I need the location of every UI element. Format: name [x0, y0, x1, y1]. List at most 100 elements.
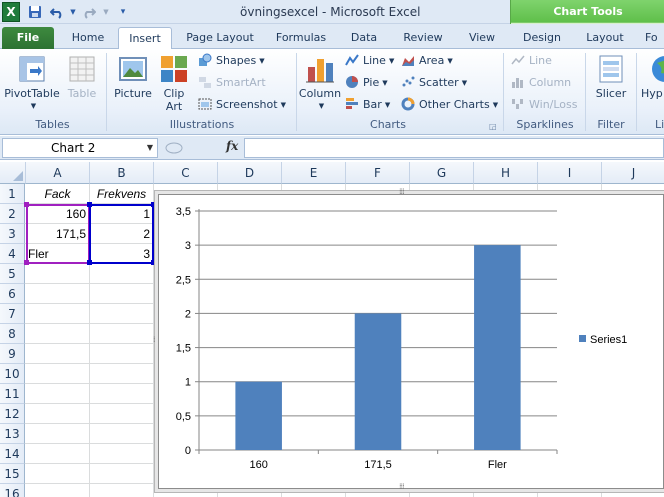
- screenshot-icon: [198, 98, 212, 110]
- sparkline-column-button[interactable]: Column: [511, 74, 571, 92]
- group-divider: [636, 53, 637, 131]
- row-header[interactable]: 10: [0, 364, 25, 384]
- customize-quick-access-icon[interactable]: ▾: [114, 3, 132, 21]
- table-icon: [69, 56, 95, 82]
- row-header[interactable]: 3: [0, 224, 25, 244]
- shapes-icon: [199, 53, 212, 66]
- clip-art-button[interactable]: Clip Art: [158, 53, 190, 113]
- name-box[interactable]: Chart 2 ▼: [2, 138, 158, 158]
- chevron-down-icon: ▼: [388, 57, 395, 65]
- row-header[interactable]: 4: [0, 244, 25, 264]
- column-header[interactable]: C: [154, 162, 218, 184]
- column-header[interactable]: F: [346, 162, 410, 184]
- other-charts-label: Other Charts: [419, 98, 490, 111]
- y-tick-label: 2,5: [176, 274, 191, 286]
- chevron-down-icon: ▼: [384, 101, 391, 109]
- bar-chart-button[interactable]: Bar ▼: [345, 96, 390, 114]
- tab-page-layout[interactable]: Page Layout: [180, 27, 260, 49]
- scatter-chart-button[interactable]: Scatter ▼: [401, 74, 467, 92]
- table-button[interactable]: Table: [62, 53, 102, 100]
- row-header[interactable]: 15: [0, 464, 25, 484]
- sparklines-group-label: Sparklines: [516, 118, 574, 131]
- excel-app-icon[interactable]: X: [2, 2, 20, 22]
- chevron-down-icon: ▼: [461, 79, 468, 87]
- cell-a1[interactable]: Fack: [26, 184, 89, 204]
- ribbon-tab-row: File Home Insert Page Layout Formulas Da…: [0, 24, 664, 50]
- group-divider: [503, 53, 504, 131]
- embedded-chart[interactable]: ⁞⁞⁞ ⁞⁞⁞ ⁞ 0 0,5 1 1,5 2 2,5 3 3,5 160 171,5 Fler Se…: [153, 187, 664, 491]
- tab-home[interactable]: Home: [64, 27, 112, 49]
- column-header[interactable]: A: [26, 162, 90, 184]
- pivottable-button[interactable]: PivotTable ▼: [4, 53, 60, 113]
- chevron-down-icon: ▼: [382, 79, 388, 87]
- range-handle[interactable]: [151, 260, 156, 265]
- column-chart-button[interactable]: Column ▼: [298, 53, 342, 113]
- row-header[interactable]: 6: [0, 284, 25, 304]
- range-handle[interactable]: [87, 260, 92, 265]
- range-handle[interactable]: [24, 202, 29, 207]
- row-header[interactable]: 16: [0, 484, 25, 497]
- range-handle[interactable]: [24, 260, 29, 265]
- save-icon[interactable]: [26, 3, 44, 21]
- slicer-button[interactable]: Slicer: [592, 53, 630, 100]
- row-header[interactable]: 8: [0, 324, 25, 344]
- tab-file[interactable]: File: [2, 27, 54, 49]
- column-header[interactable]: H: [474, 162, 538, 184]
- redo-icon[interactable]: [80, 3, 98, 21]
- pie-chart-button[interactable]: Pie ▼: [345, 74, 388, 92]
- line-chart-button[interactable]: Line ▼: [345, 52, 394, 70]
- y-tick-label: 3,5: [176, 206, 191, 218]
- table-label: Table: [67, 87, 97, 100]
- sparkline-winloss-button[interactable]: Win/Loss: [511, 96, 578, 114]
- column-header[interactable]: J: [602, 162, 664, 184]
- insert-function-icon[interactable]: fx: [226, 139, 238, 153]
- column-chart-icon: [306, 59, 334, 83]
- hyperlink-button[interactable]: Hyp: [641, 53, 664, 100]
- smartart-button[interactable]: SmartArt: [198, 74, 266, 92]
- range-handle[interactable]: [87, 202, 92, 207]
- column-header[interactable]: E: [282, 162, 346, 184]
- tab-data[interactable]: Data: [343, 27, 385, 49]
- tab-format[interactable]: Fo: [645, 27, 664, 49]
- tables-group-label: Tables: [35, 118, 70, 131]
- window-title: övningsexcel - Microsoft Excel: [240, 5, 421, 19]
- range-handle[interactable]: [151, 202, 156, 207]
- chart-resize-handle-left[interactable]: ⁞: [153, 335, 155, 344]
- row-header[interactable]: 13: [0, 424, 25, 444]
- tab-review[interactable]: Review: [396, 27, 450, 49]
- pivottable-label: PivotTable: [4, 87, 60, 100]
- tab-layout[interactable]: Layout: [578, 27, 632, 49]
- cell-b1[interactable]: Frekvens: [90, 184, 153, 204]
- area-chart-button[interactable]: Area ▼: [401, 52, 453, 70]
- row-header[interactable]: 11: [0, 384, 25, 404]
- scatter-chart-label: Scatter: [419, 76, 459, 89]
- tab-formulas[interactable]: Formulas: [270, 27, 332, 49]
- picture-button[interactable]: Picture: [112, 53, 154, 100]
- other-charts-button[interactable]: Other Charts ▼: [401, 96, 498, 114]
- row-header[interactable]: 9: [0, 344, 25, 364]
- tab-insert[interactable]: Insert: [118, 27, 172, 50]
- sparkline-line-icon: [511, 55, 525, 65]
- screenshot-button[interactable]: Screenshot ▼: [198, 96, 286, 114]
- row-header[interactable]: 7: [0, 304, 25, 324]
- tab-view[interactable]: View: [460, 27, 504, 49]
- chevron-down-icon[interactable]: ▼: [147, 139, 153, 157]
- shapes-button[interactable]: Shapes ▼: [198, 52, 265, 70]
- column-header[interactable]: D: [218, 162, 282, 184]
- row-header[interactable]: 14: [0, 444, 25, 464]
- row-header[interactable]: 12: [0, 404, 25, 424]
- row-header[interactable]: 1: [0, 184, 25, 204]
- row-header[interactable]: 5: [0, 264, 25, 284]
- select-all-corner[interactable]: [0, 162, 26, 184]
- charts-dialog-launcher-icon[interactable]: ◲: [489, 122, 497, 131]
- row-header[interactable]: 2: [0, 204, 25, 224]
- sparkline-line-button[interactable]: Line: [511, 52, 552, 70]
- redo-dropdown-icon[interactable]: ▼: [97, 3, 115, 21]
- column-header[interactable]: I: [538, 162, 602, 184]
- column-header[interactable]: B: [90, 162, 154, 184]
- line-chart-icon: [345, 54, 359, 66]
- tab-design[interactable]: Design: [515, 27, 569, 49]
- column-header[interactable]: G: [410, 162, 474, 184]
- chart-canvas: 0 0,5 1 1,5 2 2,5 3 3,5 160 171,5 Fler Series1: [176, 206, 628, 471]
- formula-input[interactable]: [244, 138, 664, 158]
